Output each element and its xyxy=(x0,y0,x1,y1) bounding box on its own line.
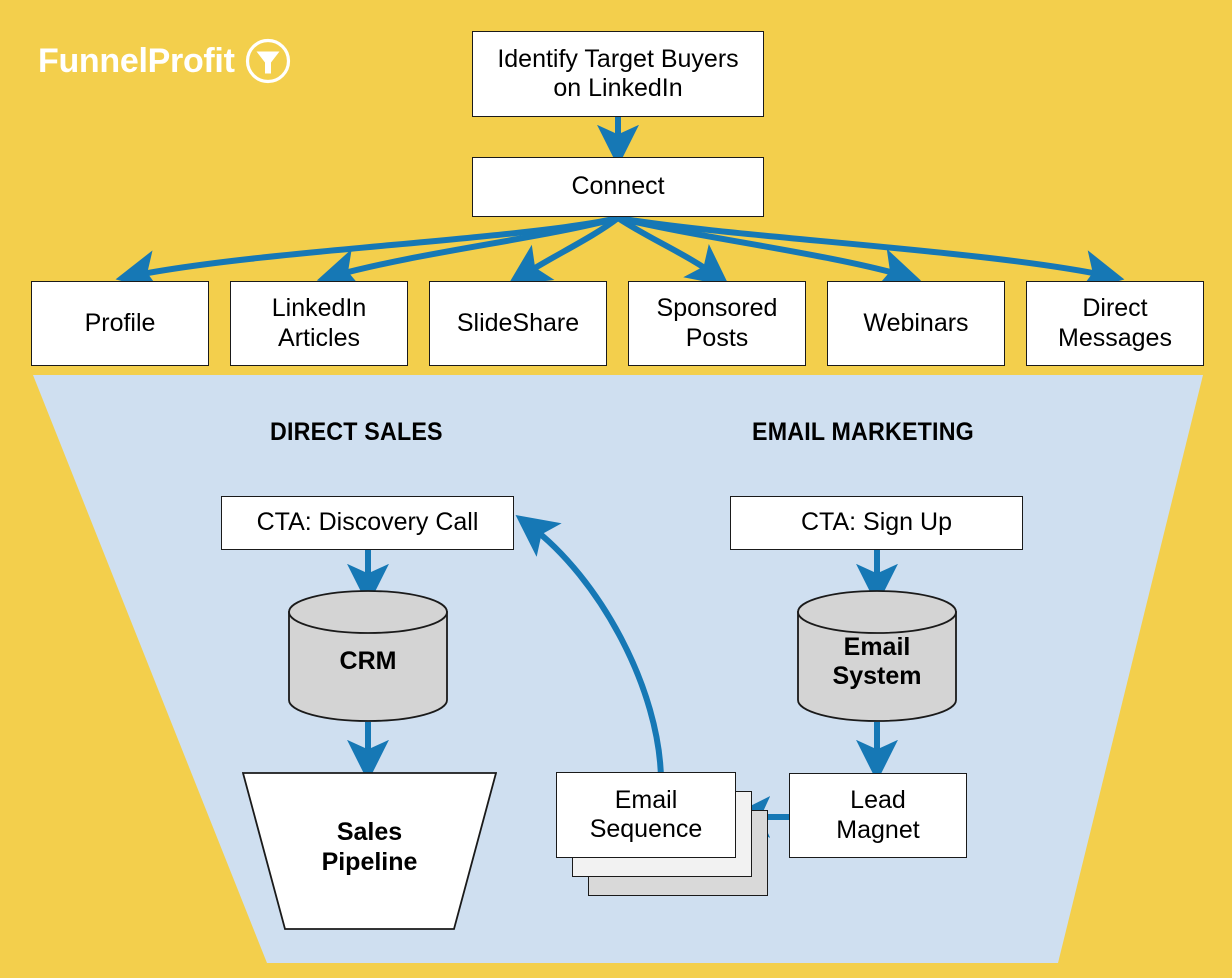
node-label: CTA: Discovery Call xyxy=(256,508,479,537)
funnel-in-circle-icon xyxy=(245,38,291,84)
node-label: CTA: Sign Up xyxy=(801,508,952,537)
node-label: Profile xyxy=(85,309,156,339)
label-line-2: on LinkedIn xyxy=(553,74,683,102)
label-line-1: Sales xyxy=(336,818,403,846)
brand-name: FunnelProfit xyxy=(38,42,235,80)
label-line-2: Pipeline xyxy=(321,848,418,876)
label-line-2: Posts xyxy=(685,323,749,352)
label-line-1: Direct xyxy=(1082,294,1148,322)
node-crm-database[interactable]: CRM xyxy=(288,590,448,722)
node-sales-pipeline[interactable]: Sales Pipeline xyxy=(242,772,497,930)
label-line-1: Profile xyxy=(84,308,156,337)
node-label: Email System xyxy=(797,590,957,722)
brand-logo: FunnelProfit xyxy=(38,38,291,84)
node-channel-linkedin-articles[interactable]: LinkedIn Articles xyxy=(230,281,408,366)
node-label: Email Sequence xyxy=(590,786,703,845)
node-label: Identify Target Buyers on LinkedIn xyxy=(497,45,738,104)
label-line-1: Email xyxy=(843,632,911,661)
node-cta-discovery-call[interactable]: CTA: Discovery Call xyxy=(221,496,514,550)
node-channel-sponsored-posts[interactable]: Sponsored Posts xyxy=(628,281,806,366)
node-channel-direct-messages[interactable]: Direct Messages xyxy=(1026,281,1204,366)
label-line-2: Messages xyxy=(1058,323,1172,352)
node-label: Webinars xyxy=(863,309,968,339)
node-label: Lead Magnet xyxy=(836,786,919,845)
node-label: Direct Messages xyxy=(1058,294,1172,353)
node-identify-target-buyers[interactable]: Identify Target Buyers on LinkedIn xyxy=(472,31,764,117)
section-header-direct-sales: DIRECT SALES xyxy=(270,418,443,446)
node-channel-webinars[interactable]: Webinars xyxy=(827,281,1005,366)
label-line-1: Lead xyxy=(850,786,906,814)
label-line-1: SlideShare xyxy=(456,308,580,337)
node-channel-profile[interactable]: Profile xyxy=(31,281,209,366)
node-label: Sponsored Posts xyxy=(657,294,778,353)
node-label: Sales Pipeline xyxy=(242,772,497,930)
node-cta-sign-up[interactable]: CTA: Sign Up xyxy=(730,496,1023,550)
node-label: SlideShare xyxy=(457,309,579,339)
label-line-2: Magnet xyxy=(836,815,920,844)
node-email-sequence-stack[interactable]: Email Sequence xyxy=(556,772,770,898)
stack-sheet-front[interactable]: Email Sequence xyxy=(556,772,736,858)
node-connect[interactable]: Connect xyxy=(472,157,764,217)
node-label: LinkedIn Articles xyxy=(272,294,367,353)
node-email-system-database[interactable]: Email System xyxy=(797,590,957,722)
diagram-canvas: FunnelProfit Identify Target Buyers on L… xyxy=(0,0,1232,978)
label-line-1: Email xyxy=(614,785,678,814)
label-line-2: System xyxy=(832,662,922,690)
node-label: Connect xyxy=(571,172,665,201)
label-line-1: Identify Target Buyers xyxy=(497,44,739,73)
node-lead-magnet[interactable]: Lead Magnet xyxy=(789,773,967,858)
label-line-1: LinkedIn xyxy=(271,294,367,322)
label-line-1: Webinars xyxy=(863,308,969,337)
label-line-2: Articles xyxy=(278,323,360,352)
label-line-1: Sponsored xyxy=(656,294,778,322)
section-header-email-marketing: EMAIL MARKETING xyxy=(752,418,974,446)
label-line-2: Sequence xyxy=(589,815,703,843)
node-channel-slideshare[interactable]: SlideShare xyxy=(429,281,607,366)
node-label: CRM xyxy=(339,647,397,676)
